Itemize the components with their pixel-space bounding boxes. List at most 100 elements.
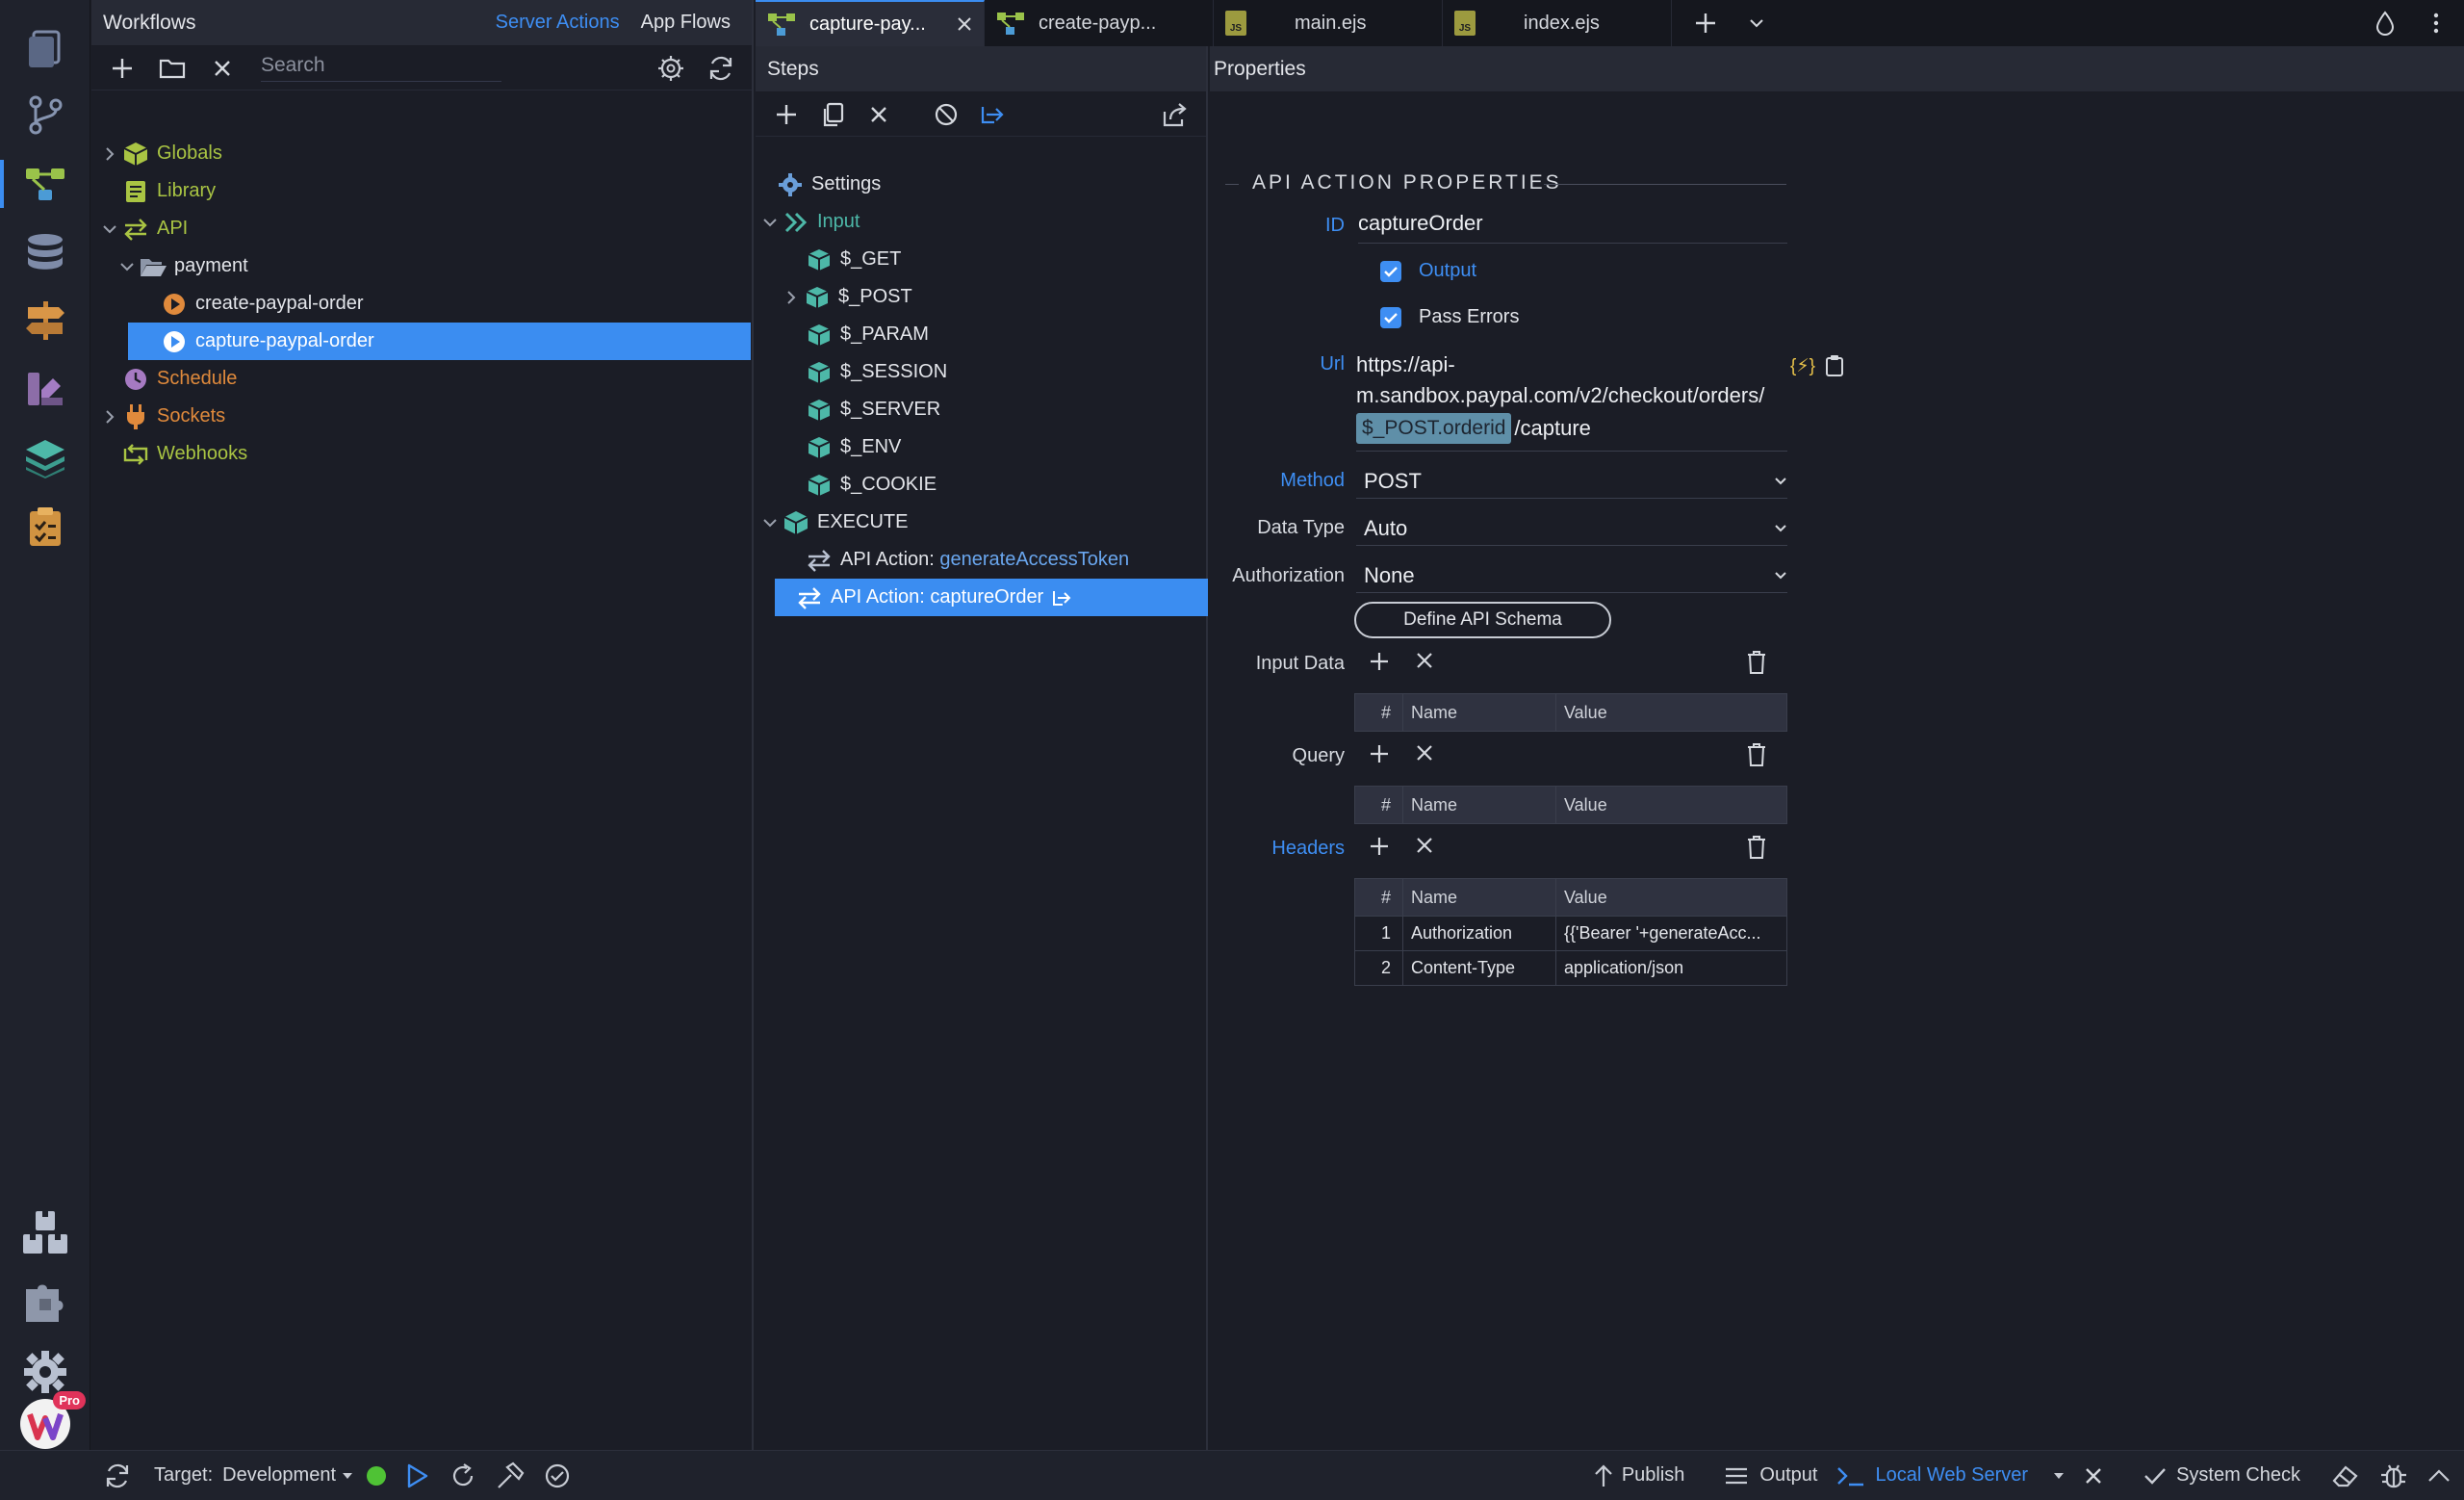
remove-row-icon[interactable] — [1415, 836, 1434, 857]
close-server-icon[interactable] — [2074, 1451, 2113, 1500]
share-icon[interactable] — [1154, 95, 1196, 134]
close-tab-icon[interactable] — [957, 16, 972, 32]
step-settings[interactable]: Settings — [775, 166, 1198, 203]
chevron-down-icon[interactable] — [759, 517, 781, 529]
trash-icon[interactable] — [1746, 835, 1767, 860]
droplet-icon[interactable] — [2375, 11, 2395, 36]
new-tab-plus-icon[interactable] — [1695, 13, 1716, 34]
build-hammer-icon[interactable] — [486, 1451, 534, 1500]
new-folder-icon[interactable] — [151, 49, 193, 88]
step-input-server[interactable]: $_SERVER — [804, 391, 1198, 428]
step-execute[interactable]: EXECUTE — [759, 504, 1202, 541]
local-web-server-button[interactable]: Local Web Server — [1827, 1451, 2074, 1500]
chevron-right-icon[interactable] — [99, 409, 120, 425]
authorization-select[interactable]: None — [1356, 558, 1787, 593]
check-circle-icon[interactable] — [534, 1451, 580, 1500]
tree-item-capture-paypal-order[interactable]: capture-paypal-order — [128, 323, 751, 360]
chevron-down-icon[interactable] — [759, 217, 781, 228]
step-api-action-generate-token[interactable]: API Action: generateAccessToken — [804, 541, 1198, 579]
chevron-up-icon[interactable] — [2418, 1451, 2464, 1500]
add-icon[interactable] — [101, 49, 143, 88]
publish-button[interactable]: Publish — [1583, 1451, 1695, 1500]
workflows-icon[interactable] — [0, 150, 90, 218]
caret-down-icon[interactable] — [2053, 1472, 2065, 1480]
chevron-right-icon[interactable] — [781, 290, 802, 305]
step-input-post[interactable]: $_POST — [781, 278, 1198, 316]
target-selector[interactable]: Target: Development — [141, 1451, 363, 1500]
define-api-schema-button[interactable]: Define API Schema — [1354, 602, 1611, 638]
design-icon[interactable] — [0, 354, 90, 422]
tree-item-sockets[interactable]: Sockets — [99, 398, 744, 435]
git-branch-icon[interactable] — [0, 81, 90, 148]
tree-item-webhooks[interactable]: Webhooks — [120, 435, 746, 473]
tab-server-actions[interactable]: Server Actions — [496, 12, 620, 34]
puzzle-icon[interactable] — [0, 1269, 90, 1336]
pages-icon[interactable] — [0, 15, 90, 83]
output-checkbox-row[interactable]: Output — [1380, 260, 1476, 282]
step-input-cookie[interactable]: $_COOKIE — [804, 466, 1198, 504]
run-play-icon[interactable] — [396, 1451, 440, 1500]
reload-icon[interactable] — [440, 1451, 486, 1500]
step-api-action-capture-order[interactable]: API Action: captureOrder — [775, 579, 1208, 616]
step-input[interactable]: Input — [759, 203, 1202, 241]
clipboard-icon[interactable] — [1825, 354, 1844, 377]
remove-row-icon[interactable] — [1415, 743, 1434, 764]
disable-icon[interactable] — [925, 95, 967, 134]
step-input-env[interactable]: $_ENV — [804, 428, 1198, 466]
data-type-select[interactable]: Auto — [1356, 511, 1787, 546]
tab-capture-paypal-order[interactable]: capture-pay... — [756, 0, 985, 46]
delete-x-icon[interactable] — [858, 95, 900, 134]
add-row-icon[interactable] — [1369, 836, 1390, 857]
tree-item-schedule[interactable]: Schedule — [120, 360, 746, 398]
sync-icon[interactable] — [0, 1451, 141, 1500]
layers-icon[interactable] — [0, 424, 90, 491]
remove-row-icon[interactable] — [1415, 651, 1434, 672]
tree-item-payment[interactable]: payment — [116, 247, 752, 285]
eraser-icon[interactable] — [2322, 1451, 2370, 1500]
row-name[interactable]: Authorization — [1403, 917, 1556, 950]
tab-main-ejs[interactable]: JS main.ejs — [1214, 0, 1443, 46]
output-step-icon[interactable] — [971, 95, 1014, 134]
tree-item-create-paypal-order[interactable]: create-paypal-order — [159, 285, 746, 323]
url-binding-token[interactable]: $_POST.orderid — [1356, 413, 1512, 444]
extensions-icon[interactable] — [0, 1200, 90, 1267]
output-button[interactable]: Output — [1715, 1451, 1827, 1500]
table-row[interactable]: 1 Authorization {{'Bearer '+generateAcc.… — [1355, 916, 1786, 950]
chevron-down-icon[interactable] — [99, 223, 120, 235]
bug-icon[interactable] — [2370, 1451, 2418, 1500]
id-field[interactable]: captureOrder — [1358, 211, 1787, 244]
row-value[interactable]: {{'Bearer '+generateAcc... — [1556, 917, 1786, 950]
output-checkbox[interactable] — [1380, 260, 1401, 282]
step-input-get[interactable]: $_GET — [804, 241, 1198, 278]
pass-errors-checkbox[interactable] — [1380, 306, 1401, 328]
trash-icon[interactable] — [1746, 742, 1767, 767]
dynamic-data-icon[interactable]: {⚡} — [1790, 355, 1815, 377]
clipboard-tasks-icon[interactable] — [0, 493, 90, 560]
tree-item-globals[interactable]: Globals — [99, 135, 744, 172]
add-row-icon[interactable] — [1369, 743, 1390, 764]
tab-index-ejs[interactable]: JS index.ejs — [1443, 0, 1672, 46]
chevron-down-icon[interactable] — [116, 261, 138, 272]
search-input[interactable] — [261, 54, 501, 82]
add-row-icon[interactable] — [1369, 651, 1390, 672]
more-vertical-icon[interactable] — [2433, 13, 2439, 34]
pass-errors-checkbox-row[interactable]: Pass Errors — [1380, 306, 1519, 328]
table-row[interactable]: 2 Content-Type application/json — [1355, 950, 1786, 985]
url-field[interactable]: https://api- m.sandbox.paypal.com/v2/che… — [1356, 349, 1787, 452]
trash-icon[interactable] — [1746, 650, 1767, 675]
system-check-button[interactable]: System Check — [2134, 1451, 2310, 1500]
settings-icon[interactable] — [650, 49, 692, 88]
step-input-param[interactable]: $_PARAM — [804, 316, 1198, 353]
row-value[interactable]: application/json — [1556, 951, 1786, 985]
row-name[interactable]: Content-Type — [1403, 951, 1556, 985]
delete-x-icon[interactable] — [201, 49, 244, 88]
copy-icon[interactable] — [811, 95, 854, 134]
step-input-session[interactable]: $_SESSION — [804, 353, 1198, 391]
refresh-icon[interactable] — [700, 49, 742, 88]
tree-item-api[interactable]: API — [99, 210, 744, 247]
tree-item-library[interactable]: Library — [120, 172, 746, 210]
method-select[interactable]: POST — [1356, 464, 1787, 499]
add-step-icon[interactable] — [765, 95, 808, 134]
signpost-icon[interactable] — [0, 287, 90, 354]
tabs-dropdown-chevron-icon[interactable] — [1749, 18, 1764, 28]
